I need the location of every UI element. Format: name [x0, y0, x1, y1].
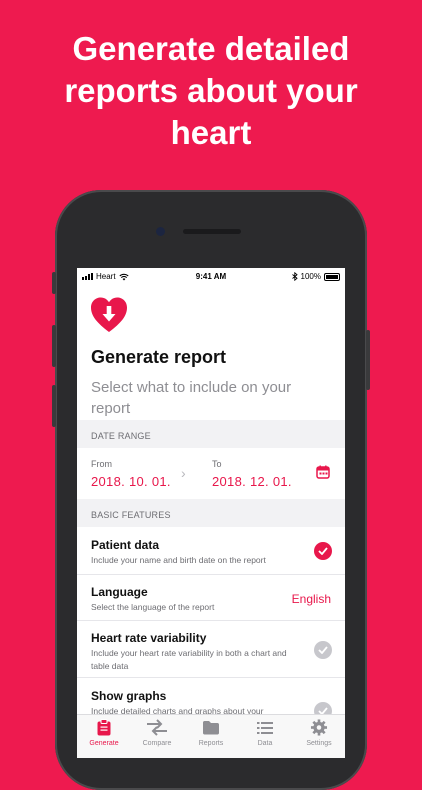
tab-label: Generate [89, 740, 119, 747]
tab-data[interactable]: Data [238, 719, 292, 747]
tab-reports[interactable]: Reports [184, 719, 238, 747]
row-title: Patient data [91, 538, 160, 552]
headline-line-1: Generate detailed [72, 30, 350, 67]
headline-line-2: reports about your [64, 72, 358, 109]
from-value: 2018. 10. 01. [91, 474, 171, 489]
status-bar: Heart 9:41 AM 100% [77, 268, 345, 286]
heart-download-icon [89, 295, 129, 335]
row-title: Language [91, 585, 148, 599]
row-title: Heart rate variability [91, 631, 207, 645]
list-icon [257, 722, 273, 734]
row-title: Show graphs [91, 689, 167, 703]
tab-label: Reports [198, 740, 224, 747]
tab-settings[interactable]: Settings [292, 719, 345, 747]
status-right: 100% [291, 272, 340, 281]
page-title: Generate report [91, 347, 227, 367]
to-date[interactable]: To 2018. 12. 01. [212, 459, 292, 489]
calendar-icon[interactable] [316, 465, 330, 479]
tab-compare[interactable]: Compare [130, 719, 184, 747]
row-description: Include your heart rate variability in b… [91, 648, 287, 671]
power-button [366, 330, 370, 390]
tab-label: Data [257, 740, 273, 747]
page-subtitle: Select what to include on your report [91, 379, 292, 417]
marketing-headline: Generate detailed reports about your hea… [0, 28, 422, 154]
row-show-graphs[interactable]: Show graphs Include detailed charts and … [77, 678, 345, 720]
checkmark-off-icon[interactable] [314, 641, 332, 659]
front-camera [156, 227, 165, 236]
to-label: To [212, 459, 222, 469]
mute-switch [52, 272, 56, 294]
basic-features-header: BASIC FEATURES [77, 499, 345, 527]
volume-up-button [52, 325, 56, 367]
headline-line-3: heart [170, 114, 252, 151]
row-patient-data[interactable]: Patient data Include your name and birth… [77, 527, 345, 575]
battery-icon [324, 272, 340, 281]
date-range-header: DATE RANGE [77, 420, 345, 448]
compare-arrows-icon [147, 719, 167, 736]
bluetooth-icon [291, 272, 298, 281]
earpiece-speaker [183, 229, 241, 234]
phone-screen: Heart 9:41 AM 100% Generate report Selec… [77, 268, 345, 758]
from-label: From [91, 459, 112, 469]
tab-label: Compare [142, 740, 172, 747]
chevron-right-icon: › [181, 465, 186, 481]
row-description: Select the language of the report [91, 602, 215, 612]
volume-down-button [52, 385, 56, 427]
battery-percent: 100% [300, 272, 321, 281]
clipboard-icon [97, 719, 111, 736]
to-value: 2018. 12. 01. [212, 474, 292, 489]
tab-label: Settings [306, 740, 332, 747]
tab-bar: Generate Compare Reports Data Settings [77, 714, 345, 758]
tab-generate[interactable]: Generate [77, 719, 131, 747]
language-value[interactable]: English [292, 592, 331, 606]
date-range-row: From 2018. 10. 01. › To 2018. 12. 01. [77, 448, 345, 498]
row-description: Include your name and birth date on the … [91, 555, 266, 565]
checkmark-on-icon[interactable] [314, 542, 332, 560]
gear-icon [310, 719, 328, 736]
row-heart-rate-variability[interactable]: Heart rate variability Include your hear… [77, 621, 345, 678]
folder-icon [203, 721, 219, 735]
row-language[interactable]: Language Select the language of the repo… [77, 575, 345, 621]
from-date[interactable]: From 2018. 10. 01. [91, 459, 171, 489]
